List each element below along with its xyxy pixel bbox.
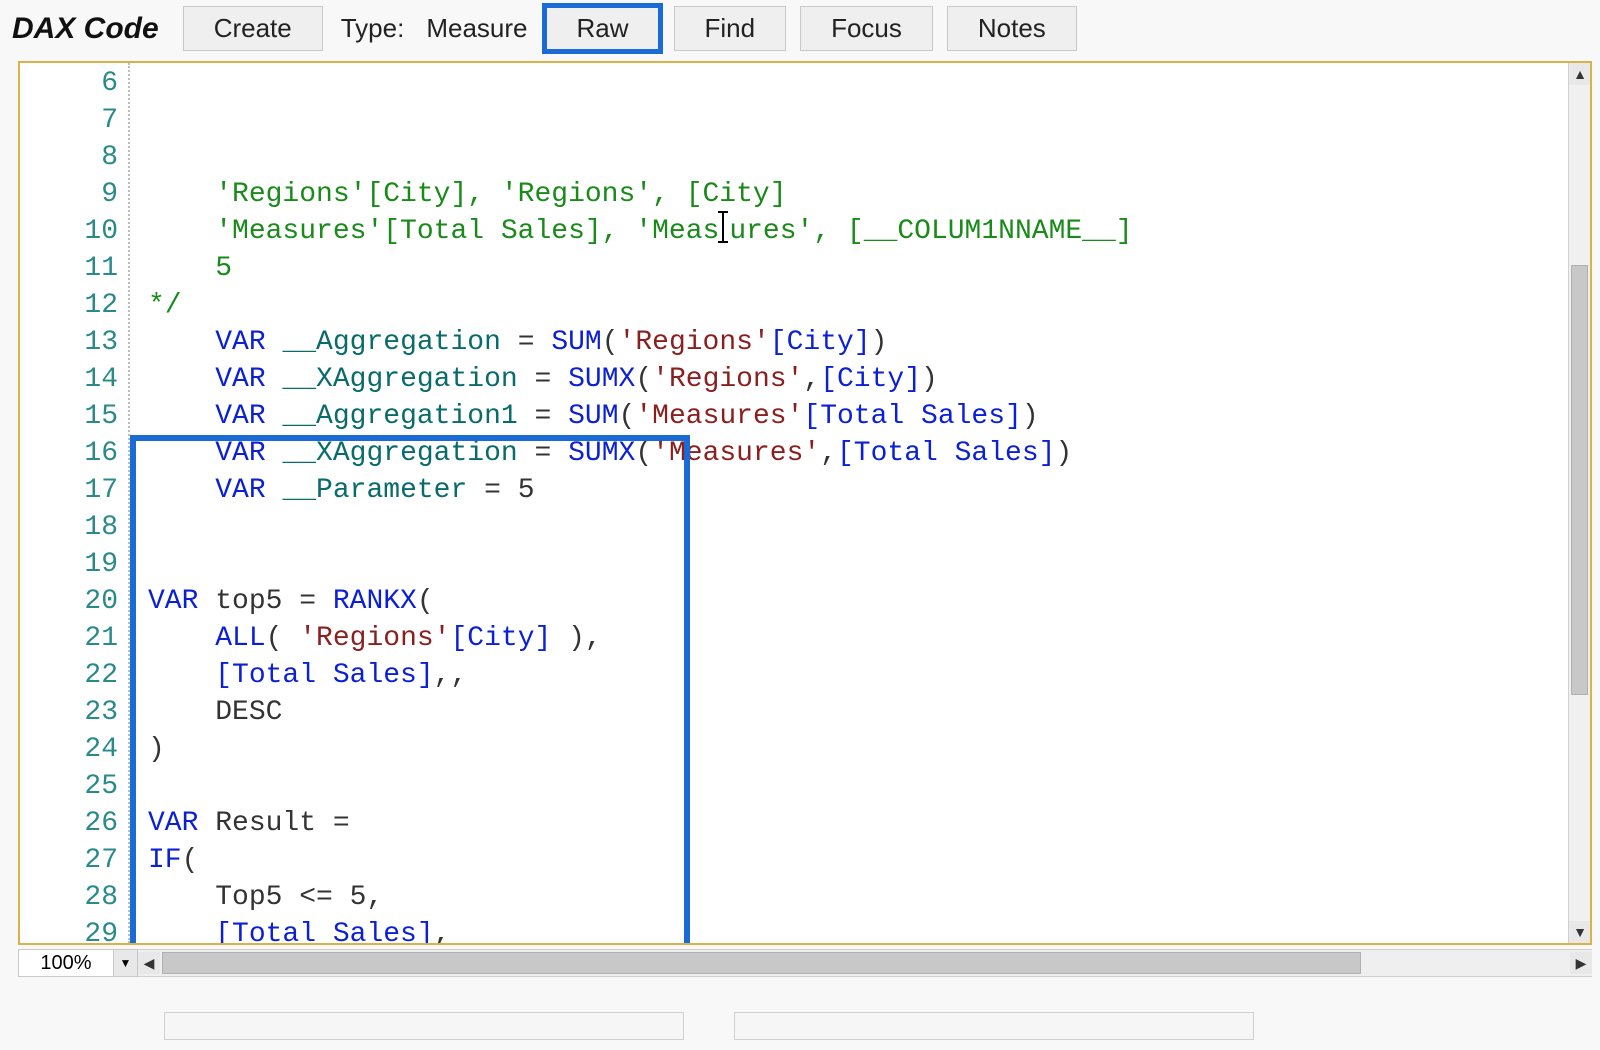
line-number: 9 bbox=[20, 176, 128, 213]
line-number: 29 bbox=[20, 916, 128, 945]
code-line[interactable]: VAR __Aggregation1 = SUM('Measures'[Tota… bbox=[148, 398, 1560, 435]
line-gutter: 6789101112131415161718192021222324252627… bbox=[20, 63, 130, 943]
bottom-tab-2[interactable] bbox=[734, 1012, 1254, 1040]
code-line[interactable]: Top5 <= 5, bbox=[148, 879, 1560, 916]
line-number: 13 bbox=[20, 324, 128, 361]
line-number: 25 bbox=[20, 768, 128, 805]
scroll-down-icon[interactable]: ▼ bbox=[1569, 921, 1591, 943]
code-line[interactable] bbox=[148, 509, 1560, 546]
bottom-tabs bbox=[164, 1012, 1592, 1040]
scroll-up-icon[interactable]: ▲ bbox=[1569, 63, 1591, 85]
line-number: 12 bbox=[20, 287, 128, 324]
code-line[interactable]: 'Regions'[City], 'Regions', [City] bbox=[148, 176, 1560, 213]
line-number: 28 bbox=[20, 879, 128, 916]
line-number: 8 bbox=[20, 139, 128, 176]
line-number: 20 bbox=[20, 583, 128, 620]
scroll-right-icon[interactable]: ▶ bbox=[1570, 952, 1592, 974]
line-number: 23 bbox=[20, 694, 128, 731]
line-number: 18 bbox=[20, 509, 128, 546]
line-number: 24 bbox=[20, 731, 128, 768]
app-title: DAX Code bbox=[12, 12, 159, 46]
vscroll-thumb[interactable] bbox=[1571, 265, 1588, 695]
line-number: 19 bbox=[20, 546, 128, 583]
code-line[interactable]: ALL( 'Regions'[City] ), bbox=[148, 620, 1560, 657]
hscroll-track[interactable] bbox=[160, 950, 1570, 976]
line-number: 27 bbox=[20, 842, 128, 879]
code-line[interactable]: */ bbox=[148, 287, 1560, 324]
code-line[interactable]: [Total Sales], bbox=[148, 916, 1560, 945]
code-area[interactable]: 'Regions'[City], 'Regions', [City] 'Meas… bbox=[130, 63, 1568, 943]
create-button[interactable]: Create bbox=[183, 6, 323, 51]
scroll-left-icon[interactable]: ◀ bbox=[138, 952, 160, 974]
code-line[interactable]: 'Measures'[Total Sales], 'Measures', [__… bbox=[148, 213, 1560, 250]
code-line[interactable]: [Total Sales],, bbox=[148, 657, 1560, 694]
code-line[interactable]: IF( bbox=[148, 842, 1560, 879]
line-number: 7 bbox=[20, 102, 128, 139]
line-number: 17 bbox=[20, 472, 128, 509]
line-number: 15 bbox=[20, 398, 128, 435]
line-number: 22 bbox=[20, 657, 128, 694]
hscroll-thumb[interactable] bbox=[162, 952, 1361, 974]
code-line[interactable]: VAR Result = bbox=[148, 805, 1560, 842]
text-cursor-icon bbox=[719, 217, 729, 245]
code-editor[interactable]: 6789101112131415161718192021222324252627… bbox=[18, 61, 1592, 945]
code-line[interactable]: VAR __Parameter = 5 bbox=[148, 472, 1560, 509]
horizontal-scrollbar[interactable]: ◀ ▶ bbox=[138, 949, 1592, 977]
zoom-dropdown-icon[interactable]: ▼ bbox=[114, 949, 138, 977]
code-line[interactable]: VAR __Aggregation = SUM('Regions'[City]) bbox=[148, 324, 1560, 361]
line-number: 6 bbox=[20, 65, 128, 102]
code-line[interactable]: VAR __XAggregation = SUMX('Measures',[To… bbox=[148, 435, 1560, 472]
line-number: 14 bbox=[20, 361, 128, 398]
code-line[interactable]: 5 bbox=[148, 250, 1560, 287]
code-line[interactable]: ) bbox=[148, 731, 1560, 768]
zoom-value[interactable]: 100% bbox=[18, 949, 114, 977]
bottom-bar: 100% ▼ ◀ ▶ bbox=[18, 949, 1592, 977]
focus-button[interactable]: Focus bbox=[800, 6, 933, 51]
raw-button[interactable]: Raw bbox=[545, 6, 659, 51]
line-number: 21 bbox=[20, 620, 128, 657]
vscroll-track[interactable] bbox=[1569, 85, 1590, 921]
bottom-tab-1[interactable] bbox=[164, 1012, 684, 1040]
type-value: Measure bbox=[422, 7, 531, 50]
line-number: 11 bbox=[20, 250, 128, 287]
find-button[interactable]: Find bbox=[674, 6, 787, 51]
app-root: DAX Code Create Type: Measure Raw Find F… bbox=[0, 0, 1600, 1050]
type-label: Type: bbox=[337, 7, 409, 50]
code-line[interactable]: DESC bbox=[148, 694, 1560, 731]
line-number: 26 bbox=[20, 805, 128, 842]
code-line[interactable]: VAR top5 = RANKX( bbox=[148, 583, 1560, 620]
toolbar: DAX Code Create Type: Measure Raw Find F… bbox=[4, 4, 1596, 61]
line-number: 10 bbox=[20, 213, 128, 250]
code-line[interactable] bbox=[148, 546, 1560, 583]
line-number: 16 bbox=[20, 435, 128, 472]
vertical-scrollbar[interactable]: ▲ ▼ bbox=[1568, 63, 1590, 943]
code-line[interactable]: VAR __XAggregation = SUMX('Regions',[Cit… bbox=[148, 361, 1560, 398]
code-line[interactable] bbox=[148, 768, 1560, 805]
notes-button[interactable]: Notes bbox=[947, 6, 1077, 51]
